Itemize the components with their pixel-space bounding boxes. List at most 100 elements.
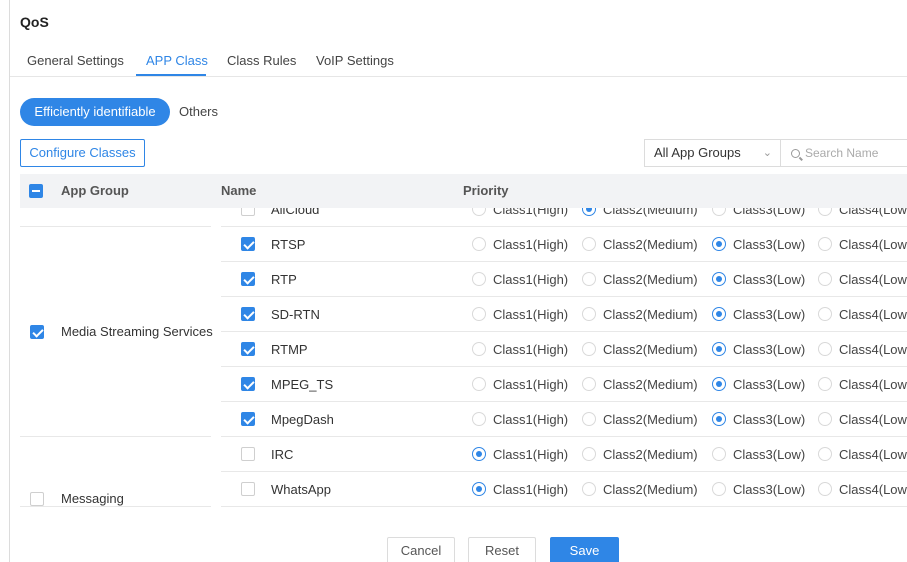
configure-classes-button[interactable]: Configure Classes bbox=[20, 139, 145, 167]
priority-radio-class1[interactable]: Class1(High) bbox=[472, 412, 568, 427]
radio-dot bbox=[712, 412, 726, 426]
priority-radio-class4[interactable]: Class4(Lowest) bbox=[818, 482, 907, 497]
priority-radio-class1[interactable]: Class1(High) bbox=[472, 307, 568, 322]
priority-radio-class3[interactable]: Class3(Low) bbox=[712, 272, 805, 287]
qos-panel: QoS General Settings APP Class Class Rul… bbox=[9, 0, 907, 562]
table-row: RTSP Class1(High) Class2(Medium) Class3(Low… bbox=[221, 227, 907, 262]
radio-dot bbox=[472, 272, 486, 286]
priority-radio-class4[interactable]: Class4(Lowest) bbox=[818, 412, 907, 427]
segment-others[interactable]: Others bbox=[179, 104, 218, 119]
priority-radio-class2[interactable]: Class2(Medium) bbox=[582, 447, 698, 462]
row-checkbox[interactable] bbox=[241, 482, 255, 496]
radio-dot bbox=[712, 208, 726, 216]
app-name: RTMP bbox=[271, 342, 308, 357]
priority-radio-class1[interactable]: Class1(High) bbox=[472, 482, 568, 497]
tab-app-class[interactable]: APP Class bbox=[146, 53, 208, 68]
radio-dot bbox=[582, 237, 596, 251]
priority-radio-class1[interactable]: Class1(High) bbox=[472, 272, 568, 287]
select-all-checkbox[interactable] bbox=[29, 184, 43, 198]
group-checkbox[interactable] bbox=[30, 492, 44, 506]
radio-label: Class4(Lowest) bbox=[839, 307, 907, 322]
priority-radio-class4[interactable]: Class4(Lowest) bbox=[818, 237, 907, 252]
priority-radio-class3[interactable]: Class3(Low) bbox=[712, 482, 805, 497]
row-checkbox[interactable] bbox=[241, 377, 255, 391]
priority-radio-class1[interactable]: Class1(High) bbox=[472, 377, 568, 392]
radio-dot bbox=[472, 377, 486, 391]
chevron-down-icon: ⌄ bbox=[762, 147, 772, 159]
radio-label: Class4(Lowest) bbox=[839, 342, 907, 357]
priority-radio-class1[interactable]: Class1(High) bbox=[472, 208, 568, 217]
row-checkbox[interactable] bbox=[241, 208, 255, 216]
radio-dot bbox=[818, 307, 832, 321]
priority-radio-class1[interactable]: Class1(High) bbox=[472, 237, 568, 252]
priority-radio-class3[interactable]: Class3(Low) bbox=[712, 412, 805, 427]
radio-dot bbox=[818, 237, 832, 251]
cancel-button[interactable]: Cancel bbox=[387, 537, 455, 562]
group-divider bbox=[20, 436, 211, 437]
save-button[interactable]: Save bbox=[550, 537, 619, 562]
radio-label: Class2(Medium) bbox=[603, 482, 698, 497]
radio-dot bbox=[472, 447, 486, 461]
radio-dot bbox=[582, 208, 596, 216]
radio-dot bbox=[472, 307, 486, 321]
table-row: RTMP Class1(High) Class2(Medium) Class3(Low… bbox=[221, 332, 907, 367]
active-tab-indicator bbox=[136, 74, 206, 76]
radio-dot bbox=[472, 208, 486, 216]
priority-radio-class2[interactable]: Class2(Medium) bbox=[582, 342, 698, 357]
priority-radio-class3[interactable]: Class3(Low) bbox=[712, 342, 805, 357]
radio-label: Class1(High) bbox=[493, 237, 569, 252]
app-group-select[interactable]: All App Groups ⌄ bbox=[644, 139, 780, 167]
priority-radio-class4[interactable]: Class4(Lowest) bbox=[818, 307, 907, 322]
search-icon bbox=[791, 149, 800, 158]
row-checkbox[interactable] bbox=[241, 412, 255, 426]
table-row: AliCloud Class1(High) Class2(Medium) Class3… bbox=[221, 208, 907, 227]
radio-label: Class3(Low) bbox=[733, 412, 806, 427]
radio-label: Class3(Low) bbox=[733, 208, 806, 217]
row-checkbox[interactable] bbox=[241, 272, 255, 286]
priority-radio-class2[interactable]: Class2(Medium) bbox=[582, 412, 698, 427]
priority-radio-class3[interactable]: Class3(Low) bbox=[712, 447, 805, 462]
priority-radio-class4[interactable]: Class4(Lowest) bbox=[818, 447, 907, 462]
priority-radio-class2[interactable]: Class2(Medium) bbox=[582, 482, 698, 497]
reset-button[interactable]: Reset bbox=[468, 537, 536, 562]
priority-radio-class4[interactable]: Class4(Lowest) bbox=[818, 377, 907, 392]
priority-radio-class1[interactable]: Class1(High) bbox=[472, 342, 568, 357]
radio-label: Class3(Low) bbox=[733, 342, 806, 357]
priority-radio-class3[interactable]: Class3(Low) bbox=[712, 377, 805, 392]
priority-radio-class2[interactable]: Class2(Medium) bbox=[582, 272, 698, 287]
app-name: IRC bbox=[271, 447, 294, 462]
radio-label: Class2(Medium) bbox=[603, 272, 698, 287]
radio-dot bbox=[818, 208, 832, 216]
radio-dot bbox=[818, 482, 832, 496]
tab-general-settings[interactable]: General Settings bbox=[27, 53, 124, 68]
tab-class-rules[interactable]: Class Rules bbox=[227, 53, 296, 68]
priority-radio-class2[interactable]: Class2(Medium) bbox=[582, 237, 698, 252]
priority-radio-class3[interactable]: Class3(Low) bbox=[712, 307, 805, 322]
group-checkbox[interactable] bbox=[30, 325, 44, 339]
priority-radio-class4[interactable]: Class4(Lowest) bbox=[818, 342, 907, 357]
priority-radio-class3[interactable]: Class3(Low) bbox=[712, 237, 805, 252]
radio-label: Class1(High) bbox=[493, 482, 569, 497]
search-placeholder: Search Name bbox=[805, 146, 879, 160]
priority-radio-class4[interactable]: Class4(Lowest) bbox=[818, 208, 907, 217]
priority-radio-class1[interactable]: Class1(High) bbox=[472, 447, 568, 462]
app-name: MPEG_TS bbox=[271, 377, 334, 392]
tab-voip-settings[interactable]: VoIP Settings bbox=[316, 53, 394, 68]
priority-radio-class4[interactable]: Class4(Lowest) bbox=[818, 272, 907, 287]
search-input[interactable]: Search Name bbox=[780, 139, 907, 167]
table-row: IRC Class1(High) Class2(Medium) Class3(Low)… bbox=[221, 437, 907, 472]
app-name: AliCloud bbox=[271, 208, 320, 217]
radio-dot bbox=[582, 272, 596, 286]
priority-radio-class3[interactable]: Class3(Low) bbox=[712, 208, 805, 217]
radio-dot bbox=[818, 272, 832, 286]
priority-radio-class2[interactable]: Class2(Medium) bbox=[582, 208, 698, 217]
priority-radio-class2[interactable]: Class2(Medium) bbox=[582, 307, 698, 322]
row-checkbox[interactable] bbox=[241, 342, 255, 356]
segment-efficiently-identifiable[interactable]: Efficiently identifiable bbox=[20, 98, 170, 126]
radio-dot bbox=[818, 412, 832, 426]
priority-radio-class2[interactable]: Class2(Medium) bbox=[582, 377, 698, 392]
row-checkbox[interactable] bbox=[241, 237, 255, 251]
app-name: SD-RTN bbox=[271, 307, 320, 322]
row-checkbox[interactable] bbox=[241, 447, 255, 461]
row-checkbox[interactable] bbox=[241, 307, 255, 321]
